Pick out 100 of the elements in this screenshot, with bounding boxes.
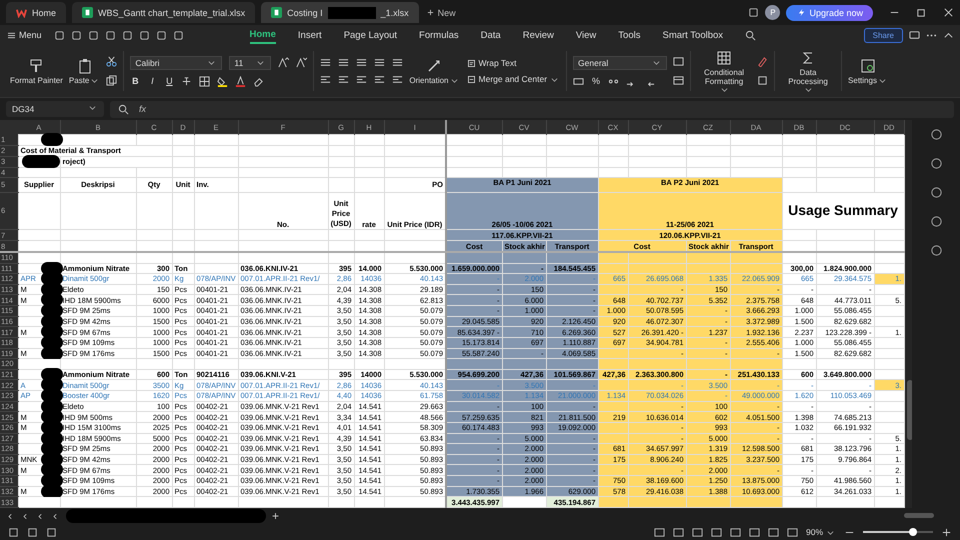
- settings-button[interactable]: Settings: [848, 58, 888, 84]
- font-style-button[interactable]: B: [130, 76, 140, 86]
- name-box[interactable]: DG34: [6, 101, 104, 117]
- grid-icon: [716, 50, 732, 66]
- comment-icon[interactable]: [909, 30, 920, 40]
- sheet-file-icon: [271, 7, 282, 18]
- align-icon[interactable]: [338, 57, 350, 68]
- share-button[interactable]: Share: [864, 28, 903, 42]
- percent-button[interactable]: %: [591, 76, 602, 86]
- data-processing-button[interactable]: Data Processing: [781, 50, 836, 92]
- view-icon[interactable]: [692, 526, 703, 538]
- caret-icon: [89, 104, 96, 111]
- font-style-button[interactable]: U: [164, 76, 174, 86]
- view-icon[interactable]: [786, 526, 798, 538]
- ribbon-tab[interactable]: Page Layout: [344, 28, 398, 42]
- caret-icon: [91, 76, 98, 84]
- redaction-mark: [40, 484, 62, 498]
- search-icon[interactable]: [745, 30, 756, 40]
- ribbon-tab[interactable]: Tools: [618, 28, 640, 42]
- font-size-dropdown[interactable]: 11: [229, 56, 272, 70]
- border-icon[interactable]: [199, 76, 210, 86]
- strikethrough-icon[interactable]: [181, 76, 192, 86]
- zoom-icon: [118, 104, 129, 114]
- font-color-icon[interactable]: [235, 76, 246, 86]
- status-icon[interactable]: [46, 526, 57, 538]
- merge-center-button[interactable]: Merge and Center: [466, 74, 560, 84]
- window-tab[interactable]: Costing I _1.xlsx: [261, 2, 419, 23]
- view-icon[interactable]: [730, 526, 741, 538]
- view-icon[interactable]: [748, 526, 760, 538]
- upgrade-button[interactable]: Upgrade now: [786, 4, 873, 20]
- align-icon[interactable]: [392, 57, 404, 68]
- conditional-formatting-button[interactable]: Conditional Formatting: [697, 50, 752, 92]
- fill-color-icon[interactable]: [217, 76, 228, 86]
- orientation-button[interactable]: Orientation: [409, 58, 460, 84]
- add-sheet-button[interactable]: +: [272, 509, 280, 523]
- align-icon[interactable]: [338, 74, 350, 85]
- scissors-icon[interactable]: [106, 56, 118, 67]
- orientation-icon: [426, 58, 442, 74]
- close-icon[interactable]: [943, 7, 954, 18]
- formula-field[interactable]: fx: [110, 100, 954, 118]
- sheet-file-icon: [82, 7, 94, 18]
- caret-icon: [804, 86, 812, 92]
- eraser-icon[interactable]: [253, 76, 264, 86]
- caret-icon: [257, 59, 264, 66]
- zoom-in-icon[interactable]: [941, 526, 952, 538]
- align-icon[interactable]: [320, 57, 332, 68]
- clipboard-icon: [76, 58, 93, 74]
- paint-icon[interactable]: [757, 56, 768, 67]
- font-dropdown[interactable]: Calibri: [130, 56, 222, 70]
- view-icon[interactable]: [654, 526, 665, 538]
- align-icon[interactable]: [392, 74, 404, 85]
- caret-icon: [208, 59, 216, 66]
- cell-style-icon[interactable]: [673, 75, 684, 86]
- paste-button[interactable]: Paste: [68, 58, 100, 84]
- font-style-button[interactable]: I: [147, 76, 158, 86]
- redaction-mark: [40, 133, 62, 146]
- caret-icon: [450, 76, 458, 84]
- restore-icon[interactable]: [916, 7, 927, 18]
- format-painter-button[interactable]: Format Painter: [10, 58, 63, 84]
- redaction-mark: [40, 346, 62, 360]
- plus-icon: [426, 9, 434, 16]
- grow-font-icon[interactable]: [278, 57, 290, 68]
- window-tab[interactable]: Home: [6, 2, 66, 23]
- align-icon[interactable]: [374, 74, 386, 85]
- logo-icon: [16, 7, 27, 18]
- ribbon-tab[interactable]: Review: [522, 28, 554, 42]
- ribbon-tab[interactable]: Data: [480, 28, 501, 42]
- caret-icon: [551, 76, 558, 82]
- caret-icon: [720, 86, 728, 92]
- menu-icon: [8, 32, 15, 38]
- status-icon[interactable]: [8, 526, 19, 538]
- redaction-mark: [328, 6, 376, 18]
- window-tab[interactable]: WBS_Gantt chart_template_trial.xlsx: [72, 2, 256, 23]
- wrap-text-button[interactable]: Wrap Text: [466, 58, 560, 68]
- settings-icon: [860, 58, 876, 74]
- shrink-font-icon[interactable]: [296, 57, 308, 68]
- align-icon[interactable]: [356, 57, 368, 68]
- align-icon[interactable]: [320, 74, 332, 85]
- number-format-dropdown[interactable]: General: [573, 56, 668, 70]
- window-icon[interactable]: [748, 7, 760, 18]
- view-icon[interactable]: [768, 526, 779, 538]
- zoom-level[interactable]: 90%: [806, 527, 836, 537]
- menu-button[interactable]: Menu: [6, 30, 42, 40]
- align-icon[interactable]: [356, 74, 368, 85]
- summary-heading: Usage Summary: [782, 192, 904, 230]
- ribbon-tab[interactable]: View: [576, 28, 596, 42]
- view-icon[interactable]: [710, 526, 722, 538]
- align-icon[interactable]: [374, 57, 386, 68]
- ribbon-tab[interactable]: Smart Toolbox: [662, 28, 724, 42]
- view-icon[interactable]: [672, 526, 684, 538]
- ribbon-tab[interactable]: Insert: [298, 28, 322, 42]
- status-icon[interactable]: [27, 526, 38, 538]
- caret-icon: [827, 528, 834, 536]
- new-tab-button[interactable]: New: [424, 8, 456, 18]
- redaction-mark: [22, 154, 60, 168]
- copy-icon[interactable]: [106, 75, 118, 86]
- wrap-icon: [468, 60, 475, 66]
- ribbon-tab[interactable]: Formulas: [419, 28, 459, 42]
- lightning-icon: [798, 9, 806, 16]
- merge-icon: [468, 76, 475, 82]
